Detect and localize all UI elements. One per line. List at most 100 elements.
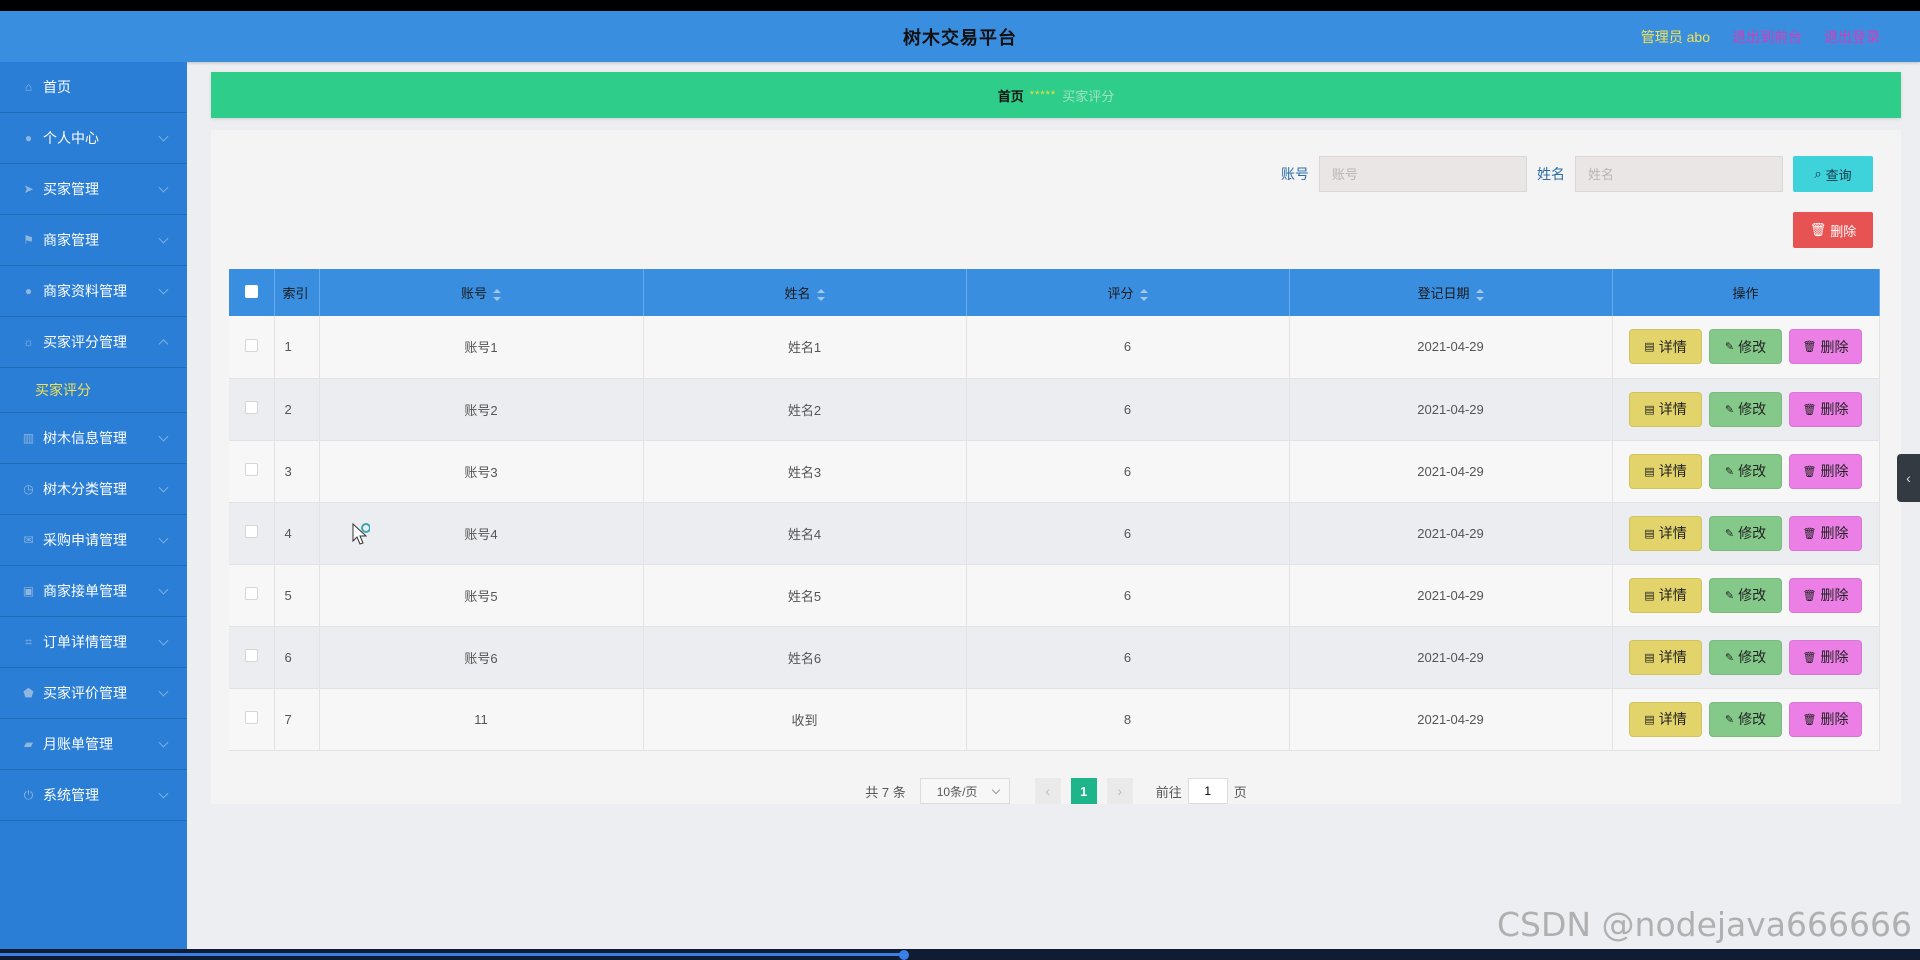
main-content: 首页 ***** 买家评分 账号 姓名 ⌕ 查询 🗑 删除 [187, 62, 1920, 949]
batch-delete-label: 删除 [1830, 223, 1857, 239]
sidebar-item[interactable]: ▰ 月账单管理 [0, 719, 187, 770]
row-checkbox[interactable] [244, 711, 258, 724]
name-search-input[interactable] [1575, 156, 1783, 192]
index-cell: 1 [274, 316, 320, 379]
row-checkbox[interactable] [244, 463, 258, 476]
sort-icon[interactable] [816, 288, 825, 301]
detail-button[interactable]: ▤ 详情 [1629, 577, 1702, 613]
row-checkbox[interactable] [244, 587, 258, 600]
delete-label: 删除 [1820, 649, 1849, 665]
account-header[interactable]: 账号 [319, 269, 644, 316]
sidebar-item-label: 首页 [43, 79, 71, 95]
chevron-up-icon [158, 339, 169, 350]
row-checkbox[interactable] [244, 525, 258, 538]
sidebar-item[interactable]: ⏻ 系统管理 [0, 770, 187, 821]
row-actions: ▤ 详情 ✎ 修改 🗑 删除 [1613, 329, 1879, 365]
collapse-drawer-tab[interactable]: ‹ [1897, 454, 1920, 502]
delete-button[interactable]: 🗑 删除 [1789, 515, 1862, 551]
row-select-cell [229, 688, 275, 751]
sidebar-item-label: 买家管理 [43, 181, 99, 197]
document-icon: ▤ [1644, 403, 1655, 416]
prev-page-button[interactable]: ‹ [1034, 778, 1061, 804]
ops-cell: ▤ 详情 ✎ 修改 🗑 删除 [1612, 316, 1880, 379]
detail-button[interactable]: ▤ 详情 [1629, 701, 1702, 737]
top-header: 树木交易平台 管理员 abo 退出到前台 退出登录 [0, 11, 1920, 62]
sidebar-item[interactable]: ☼ 买家评分管理 [0, 317, 187, 368]
sidebar-item[interactable]: ▣ 商家接单管理 [0, 566, 187, 617]
page-number-current[interactable]: 1 [1070, 778, 1097, 804]
batch-delete-button[interactable]: 🗑 删除 [1793, 212, 1873, 248]
sort-icon[interactable] [1475, 288, 1484, 301]
row-actions: ▤ 详情 ✎ 修改 🗑 删除 [1613, 577, 1879, 613]
name-header[interactable]: 姓名 [643, 269, 967, 316]
logout-link[interactable]: 退出登录 [1824, 27, 1880, 47]
delete-button[interactable]: 🗑 删除 [1789, 329, 1862, 365]
edit-button[interactable]: ✎ 修改 [1709, 515, 1782, 551]
next-page-button[interactable]: › [1106, 778, 1133, 804]
select-all-checkbox[interactable] [244, 284, 258, 298]
sidebar-item[interactable]: ● 商家资料管理 [0, 266, 187, 317]
row-select-cell [229, 502, 275, 565]
edit-label: 修改 [1738, 711, 1767, 727]
edit-button[interactable]: ✎ 修改 [1709, 329, 1782, 365]
delete-label: 删除 [1820, 587, 1849, 603]
detail-button[interactable]: ▤ 详情 [1629, 639, 1702, 675]
delete-button[interactable]: 🗑 删除 [1789, 453, 1862, 489]
sidebar-item[interactable]: ⬟ 买家评价管理 [0, 668, 187, 719]
ops-cell: ▤ 详情 ✎ 修改 🗑 删除 [1612, 378, 1880, 441]
sort-icon[interactable] [1139, 288, 1148, 301]
detail-button[interactable]: ▤ 详情 [1629, 515, 1702, 551]
sidebar-item[interactable]: ● 个人中心 [0, 113, 187, 164]
back-to-front-link[interactable]: 退出到前台 [1732, 27, 1802, 47]
detail-button[interactable]: ▤ 详情 [1629, 453, 1702, 489]
score-cell: 6 [966, 626, 1290, 689]
pagination: 共 7 条 10条/页 ‹ 1 › 前往 页 [211, 777, 1901, 805]
page-size-select[interactable]: 10条/页 [919, 778, 1010, 804]
document-icon: ▤ [1644, 465, 1655, 478]
query-button[interactable]: ⌕ 查询 [1793, 156, 1873, 192]
delete-button[interactable]: 🗑 删除 [1789, 701, 1862, 737]
delete-button[interactable]: 🗑 删除 [1789, 577, 1862, 613]
detail-button[interactable]: ▤ 详情 [1629, 329, 1702, 365]
row-checkbox[interactable] [244, 338, 258, 352]
sidebar-item[interactable]: ▥ 树木信息管理 [0, 413, 187, 464]
sidebar-item[interactable]: ➤ 买家管理 [0, 164, 187, 215]
chevron-left-icon: ‹ [1906, 470, 1911, 486]
chevron-down-icon [158, 482, 169, 493]
date-cell: 2021-04-29 [1289, 688, 1613, 751]
score-header[interactable]: 评分 [966, 269, 1290, 316]
delete-button[interactable]: 🗑 删除 [1789, 639, 1862, 675]
table-row: 7 11 收到 8 2021-04-29 ▤ 详情 ✎ 修改 🗑 删除 [229, 688, 1880, 751]
edit-button[interactable]: ✎ 修改 [1709, 577, 1782, 613]
account-search-input[interactable] [1319, 156, 1527, 192]
row-checkbox[interactable] [244, 649, 258, 662]
detail-label: 详情 [1658, 587, 1687, 603]
breadcrumb-home[interactable]: 首页 [998, 86, 1024, 105]
sidebar-subitem[interactable]: 买家评分 [0, 368, 187, 413]
edit-button[interactable]: ✎ 修改 [1709, 453, 1782, 489]
sidebar-item[interactable]: ⚑ 商家管理 [0, 215, 187, 266]
delete-button[interactable]: 🗑 删除 [1789, 391, 1862, 427]
sidebar-item[interactable]: ✉ 采购申请管理 [0, 515, 187, 566]
pencil-icon: ✎ [1724, 341, 1735, 354]
sidebar-item[interactable]: ◷ 树木分类管理 [0, 464, 187, 515]
goto-label: 前往 [1155, 784, 1182, 800]
video-progress-bar[interactable] [0, 949, 1920, 960]
progress-knob[interactable] [899, 950, 909, 960]
edit-button[interactable]: ✎ 修改 [1709, 701, 1782, 737]
sidebar-item[interactable]: ⌂ 首页 [0, 62, 187, 113]
date-header[interactable]: 登记日期 [1289, 269, 1613, 316]
ops-cell: ▤ 详情 ✎ 修改 🗑 删除 [1612, 626, 1880, 689]
detail-button[interactable]: ▤ 详情 [1629, 391, 1702, 427]
goto-page-input[interactable] [1187, 778, 1228, 804]
edit-button[interactable]: ✎ 修改 [1709, 391, 1782, 427]
score-cell: 6 [966, 502, 1290, 565]
sort-icon[interactable] [493, 288, 501, 301]
send-icon: ➤ [23, 182, 34, 196]
home-icon: ⌂ [24, 80, 33, 94]
edit-button[interactable]: ✎ 修改 [1709, 639, 1782, 675]
pencil-icon: ✎ [1724, 465, 1735, 478]
sidebar-item[interactable]: ⌗ 订单详情管理 [0, 617, 187, 668]
trash-icon: 🗑 [1802, 341, 1817, 354]
row-checkbox[interactable] [244, 401, 258, 414]
